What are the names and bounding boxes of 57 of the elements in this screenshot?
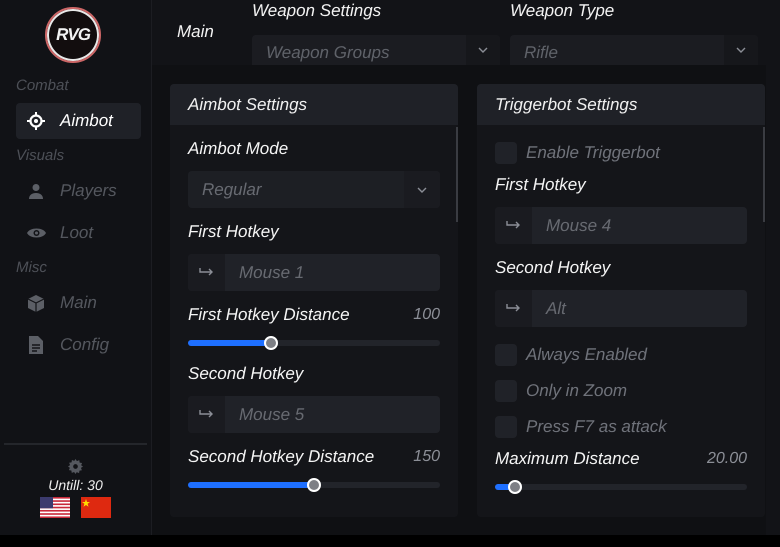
sidebar-item[interactable]: Config bbox=[16, 327, 141, 363]
arrow-icon bbox=[199, 268, 214, 277]
expiry-text: Untill: 30 bbox=[48, 477, 103, 493]
field-label: Second Hotkey bbox=[495, 257, 612, 279]
arrow-icon bbox=[199, 410, 214, 419]
hotkey-field[interactable]: Mouse 5 bbox=[188, 396, 440, 433]
slider-label: First Hotkey Distance bbox=[188, 304, 350, 326]
slider-label: Maximum Distance bbox=[495, 448, 640, 470]
hotkey-field[interactable]: Mouse 1 bbox=[188, 254, 440, 291]
us-flag-icon[interactable] bbox=[40, 497, 70, 518]
checkbox-label: Press F7 as attack bbox=[526, 417, 667, 437]
dropdown-label: Weapon Type bbox=[510, 1, 616, 22]
chevron-down-icon bbox=[417, 186, 427, 192]
cube-icon bbox=[28, 294, 44, 312]
panel-title: Aimbot Settings bbox=[170, 84, 458, 125]
field-label: First Hotkey bbox=[188, 221, 280, 243]
section-heading: Combat bbox=[16, 76, 70, 96]
sidebar-item[interactable]: Players bbox=[16, 173, 141, 209]
sidebar-item[interactable]: Aimbot bbox=[16, 103, 141, 139]
logo: RVG bbox=[45, 7, 101, 63]
dropdown-label: Weapon Settings bbox=[252, 1, 382, 22]
panel-title: Triggerbot Settings bbox=[477, 84, 765, 125]
section-heading: Misc bbox=[16, 258, 48, 278]
slider-thumb[interactable] bbox=[508, 480, 522, 494]
hotkey-field[interactable]: Mouse 4 bbox=[495, 207, 747, 244]
field-label: Second Hotkey bbox=[188, 363, 305, 385]
section-heading: Visuals bbox=[16, 146, 66, 166]
slider-label: Second Hotkey Distance bbox=[188, 446, 374, 468]
weapon-dropdown[interactable]: Weapon Groups bbox=[252, 35, 500, 65]
weapon-dropdown[interactable]: Rifle bbox=[510, 35, 758, 65]
mode-dropdown[interactable]: Regular bbox=[188, 171, 440, 208]
tab[interactable]: Main bbox=[177, 22, 252, 42]
chevron-down-icon bbox=[478, 47, 488, 53]
slider-value: 150 bbox=[413, 448, 440, 466]
china-flag-icon[interactable] bbox=[81, 497, 111, 518]
chevron-down-icon bbox=[736, 47, 746, 53]
settings-icon[interactable] bbox=[68, 459, 83, 474]
crosshair-icon bbox=[27, 112, 45, 130]
arrow-icon bbox=[506, 304, 521, 313]
document-icon bbox=[29, 336, 43, 354]
checkbox-label: Enable Triggerbot bbox=[526, 143, 660, 163]
sidebar-item[interactable]: Loot bbox=[16, 215, 141, 251]
arrow-icon bbox=[506, 221, 521, 230]
field-label: First Hotkey bbox=[495, 174, 588, 196]
scrollbar[interactable] bbox=[456, 127, 458, 222]
field-label: Aimbot Mode bbox=[188, 138, 290, 160]
slider-value: 20.00 bbox=[706, 450, 747, 468]
checkbox-label: Always Enabled bbox=[526, 345, 647, 365]
checkbox-label: Only in Zoom bbox=[526, 381, 628, 401]
person-icon bbox=[28, 183, 44, 199]
slider-thumb[interactable] bbox=[307, 478, 321, 492]
hotkey-field[interactable]: Alt bbox=[495, 290, 747, 327]
scrollbar[interactable] bbox=[763, 127, 765, 222]
slider-thumb[interactable] bbox=[264, 336, 278, 350]
sidebar-item[interactable]: Main bbox=[16, 285, 141, 321]
slider-value: 100 bbox=[413, 306, 440, 324]
eye-icon bbox=[26, 227, 46, 239]
